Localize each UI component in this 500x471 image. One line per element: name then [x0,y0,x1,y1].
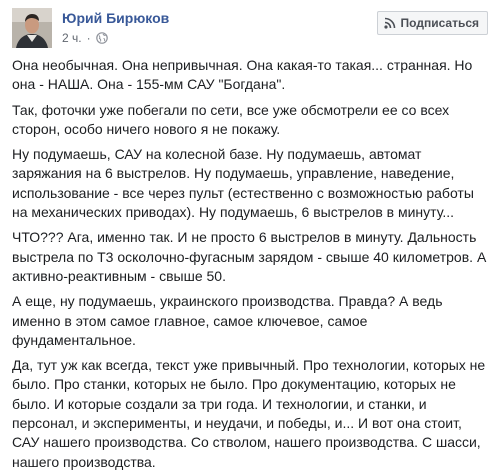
globe-icon[interactable] [95,32,108,44]
post-meta: 2 ч. · [62,30,108,46]
subscribe-button[interactable]: Подписаться [376,11,488,35]
post-body: Она необычная. Она непривычная. Она кака… [12,56,490,471]
post-paragraph: Так, фоточки уже побегали по сети, все у… [12,101,450,137]
post-paragraph: ЧТО??? Ага, именно так. И не просто 6 вы… [12,229,487,284]
author-name[interactable]: Юрий Бирюков [62,9,169,27]
subscribe-label: Подписаться [400,16,479,30]
avatar-photo [12,8,52,48]
rss-icon [383,17,396,29]
post-paragraph: Да, тут уж как всегда, текст уже привычн… [12,357,486,470]
meta-separator: · [86,31,91,45]
post-timestamp[interactable]: 2 ч. [62,31,82,45]
post-paragraph: А еще, ну подумаешь, украинского произво… [12,293,443,348]
post-paragraph: Она необычная. Она непривычная. Она кака… [12,57,473,93]
facebook-post: Юрий Бирюков 2 ч. · Подписаться Она необ… [0,0,500,471]
avatar[interactable] [12,8,52,48]
post-paragraph: Ну подумаешь, САУ на колесной базе. Ну п… [12,146,474,221]
